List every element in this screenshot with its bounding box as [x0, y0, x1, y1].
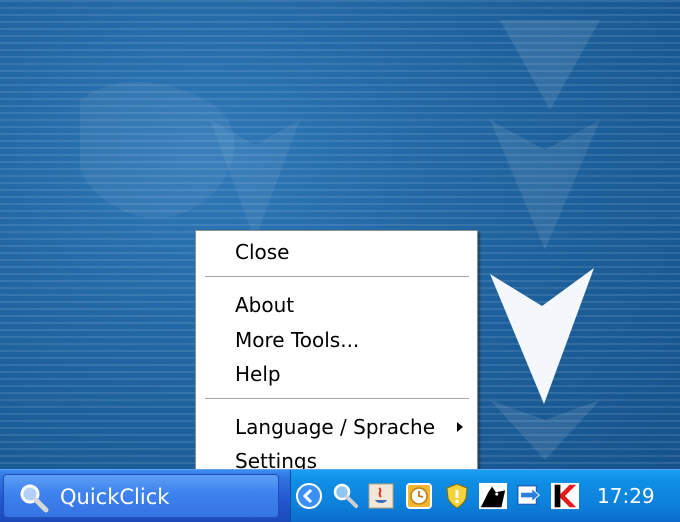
show-hidden-icons-chevron-icon[interactable] [295, 482, 323, 510]
magnifier-icon [20, 484, 49, 513]
java-icon[interactable] [367, 482, 395, 510]
wallpaper-chevron-decoration [490, 120, 600, 250]
menu-separator [205, 276, 469, 278]
menu-item-label: Help [235, 362, 281, 386]
menu-item-more-tools[interactable]: More Tools... [198, 324, 475, 356]
menu-item-label: About [235, 293, 295, 317]
menu-item-label: Language / Sprache [235, 415, 435, 439]
system-tray: 17:29 [290, 470, 680, 522]
menu-item-label: Close [235, 240, 290, 264]
network-sync-icon[interactable] [515, 482, 543, 510]
security-shield-icon[interactable] [443, 482, 471, 510]
kaspersky-icon[interactable] [551, 482, 579, 510]
menu-item-label: More Tools... [235, 328, 360, 352]
wallpaper-chevron-decoration [500, 20, 600, 110]
taskbar-button-label: QuickClick [60, 485, 170, 509]
wallpaper-chevron-decoration [490, 400, 600, 460]
cat-icon[interactable] [479, 482, 507, 510]
clock-icon[interactable] [405, 482, 433, 510]
menu-item-close[interactable]: Close [198, 236, 475, 268]
menu-item-about[interactable]: About [198, 289, 475, 321]
menu-separator [205, 398, 469, 400]
wallpaper-white-arrow [490, 268, 594, 404]
magnifier-icon[interactable] [331, 482, 359, 510]
menu-item-help[interactable]: Help [198, 358, 475, 390]
submenu-arrow-icon [457, 422, 463, 432]
context-menu: Close About More Tools... Help Language … [195, 230, 478, 484]
menu-item-language[interactable]: Language / Sprache [198, 411, 475, 443]
taskbar-button-quickclick[interactable]: QuickClick [3, 474, 279, 518]
taskbar: QuickClick 17:29 [0, 469, 680, 522]
system-clock[interactable]: 17:29 [597, 482, 655, 510]
